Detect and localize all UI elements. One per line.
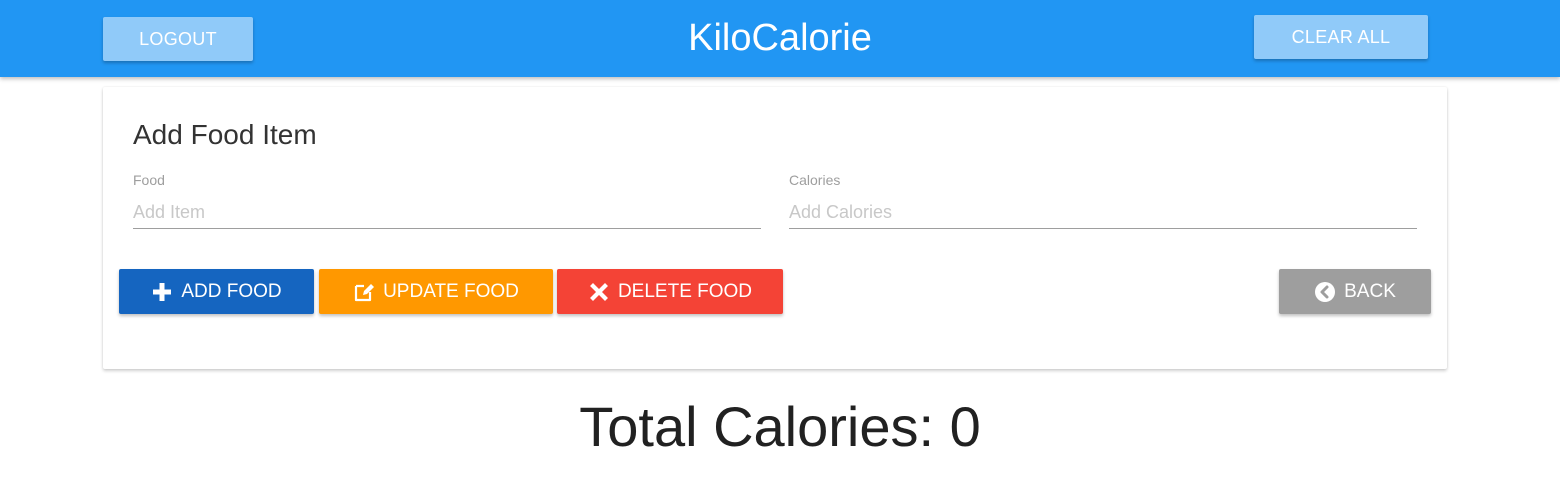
- food-label: Food: [133, 172, 165, 188]
- brand-title[interactable]: KiloCalorie: [688, 17, 872, 59]
- clear-all-button[interactable]: Clear All: [1254, 15, 1428, 59]
- delete-food-button[interactable]: Delete Food: [557, 269, 783, 314]
- add-food-button[interactable]: Add Food: [119, 269, 314, 314]
- food-input[interactable]: [133, 196, 761, 229]
- card-title: Add Food Item: [133, 119, 317, 150]
- edit-icon: [353, 281, 375, 303]
- plus-icon: [151, 281, 173, 303]
- back-button[interactable]: Back: [1279, 269, 1431, 314]
- update-food-button[interactable]: Update Food: [319, 269, 553, 314]
- calories-input[interactable]: [789, 196, 1417, 229]
- top-navbar: KiloCalorie Logout Clear All: [0, 0, 1560, 77]
- food-field: Food: [133, 172, 761, 244]
- close-icon: [588, 281, 610, 303]
- calories-field: Calories: [789, 172, 1417, 244]
- total-calories-label: Total Calories:: [579, 395, 935, 458]
- chevron-left-circle-icon: [1314, 281, 1336, 303]
- add-food-card: Add Food Item Food Calories Add Food Upd…: [103, 87, 1447, 369]
- delete-food-label: Delete Food: [617, 280, 753, 302]
- update-food-label: Update Food: [383, 280, 519, 302]
- total-calories: Total Calories: 0: [0, 392, 1560, 462]
- add-food-label: Add Food: [181, 280, 282, 302]
- total-calories-value: 0: [949, 395, 981, 458]
- calories-label: Calories: [789, 172, 841, 188]
- back-label: Back: [1344, 280, 1396, 302]
- logout-button[interactable]: Logout: [103, 17, 253, 61]
